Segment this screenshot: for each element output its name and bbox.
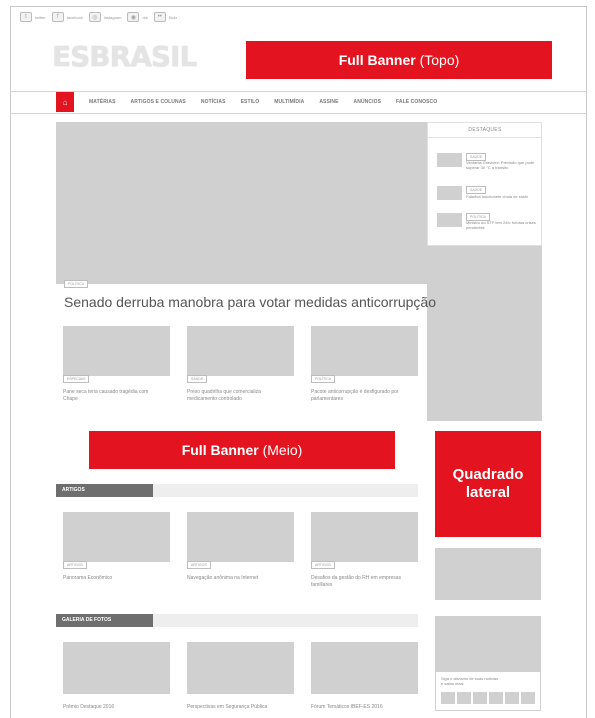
card-tag: ESPECIAIS (63, 375, 90, 383)
sidebar-item-text[interactable]: Ministro do STF tem 24h: futuras crises … (466, 220, 538, 230)
widget-thumb[interactable] (441, 692, 455, 704)
sidebar-ad-box[interactable] (435, 548, 541, 600)
card-caption[interactable]: Navegação anônima na Internet (187, 575, 295, 582)
facebook-icon: f (51, 12, 64, 22)
social-label: facebook (66, 14, 83, 20)
nav-divider-bottom (10, 113, 587, 114)
card-tag: POLÍTICA (311, 375, 335, 383)
twitter-icon: t (20, 12, 32, 22)
full-banner-middle[interactable]: Full Banner (Meio) (89, 431, 395, 469)
card-tag: ARTIGOS (311, 561, 335, 569)
banner-top-light: (Topo) (415, 52, 460, 68)
social-link-flickr[interactable]: •• flickr (153, 12, 178, 22)
card-image[interactable] (63, 642, 170, 694)
square-banner-line1: Quadrado (452, 466, 524, 483)
banner-middle-bold: Full Banner (181, 442, 259, 458)
flickr-icon: •• (153, 12, 166, 22)
nav-item-assine[interactable]: ASSINE (319, 99, 338, 105)
social-link-instagram[interactable]: ◎ instagram (88, 12, 122, 22)
card-tag: ARTIGOS (63, 561, 87, 569)
section-artigos-title: ARTIGOS (56, 484, 153, 497)
square-banner-line2: lateral (465, 484, 511, 501)
widget-thumb[interactable] (521, 692, 535, 704)
sidebar-title: DESTAQUES (428, 122, 542, 138)
card-tag: ARTIGOS (187, 561, 211, 569)
hero-tag: POLÍTICA (64, 280, 88, 288)
sidebar-tag: SAÚDE (466, 186, 487, 194)
social-links: t twitter f facebook ◎ instagram ◉ rss •… (20, 12, 177, 22)
nav-item-noticias[interactable]: NOTÍCIAS (201, 99, 226, 105)
hero-image[interactable] (56, 122, 427, 284)
nav-item-artigos[interactable]: ARTIGOS E COLUNAS (131, 99, 186, 105)
nav-item-materias[interactable]: MATÉRIAS (89, 99, 116, 105)
card-caption[interactable]: Pane seca teria causado tragédia com Cha… (63, 389, 163, 403)
nav-item-multimidia[interactable]: MULTIMÍDIA (274, 99, 304, 105)
card-image[interactable] (63, 512, 170, 562)
social-label: twitter (35, 14, 46, 20)
card-caption[interactable]: Pacote anticorrupção é desfigurado por p… (311, 389, 416, 403)
nav-item-anuncios[interactable]: ANÚNCIOS (354, 99, 381, 105)
social-link-twitter[interactable]: t twitter (20, 12, 46, 22)
sidebar-item-text[interactable]: Falsifica lanchonete chula de sushi (466, 194, 536, 199)
social-link-rss[interactable]: ◉ rss (127, 12, 148, 22)
card-image[interactable] (63, 326, 170, 376)
card-tag: SAÚDE (187, 375, 208, 383)
sidebar-thumb[interactable] (437, 213, 462, 227)
section-galeria-title: GALERIA DE FOTOS (56, 614, 153, 627)
banner-middle-light: (Meio) (258, 442, 303, 458)
site-logo[interactable]: ESBRASIL (52, 40, 197, 73)
card-caption[interactable]: Prêmio Destaque 2016 (63, 704, 168, 711)
instagram-icon: ◎ (88, 12, 101, 22)
widget-thumb[interactable] (473, 692, 487, 704)
sidebar-item-text[interactable]: Ventania Gravidez: Previsão que pode sup… (466, 160, 536, 170)
widget-thumb[interactable] (505, 692, 519, 704)
card-caption[interactable]: Preso quadrilha que comercializa medicam… (187, 389, 292, 403)
nav-item-estilo[interactable]: ESTILO (241, 99, 260, 105)
sidebar-thumb[interactable] (437, 186, 462, 200)
widget-thumb[interactable] (457, 692, 471, 704)
social-label: instagram (103, 14, 122, 20)
sidebar-widget-text: Siga o ativismo de suas notícias e saiba… (441, 676, 499, 686)
sidebar-widget-thumbs (441, 692, 535, 704)
square-banner-lateral[interactable]: Quadrado lateral (435, 431, 541, 537)
home-icon[interactable]: ⌂ (56, 92, 74, 112)
card-caption[interactable]: Desafios da gestão do RH em empresas fam… (311, 575, 416, 589)
card-image[interactable] (311, 512, 418, 562)
banner-top-bold: Full Banner (338, 52, 416, 68)
hero-title[interactable]: Senado derruba manobra para votar medida… (64, 294, 436, 310)
card-image[interactable] (187, 512, 294, 562)
card-caption[interactable]: Fórum Temáticos IBEF-ES 2016 (311, 704, 416, 711)
social-label: rss (142, 14, 148, 20)
card-image[interactable] (187, 326, 294, 376)
card-image[interactable] (311, 326, 418, 376)
card-caption[interactable]: Panorama Econômico (63, 575, 168, 582)
full-banner-top[interactable]: Full Banner (Topo) (246, 41, 552, 79)
card-image[interactable] (311, 642, 418, 694)
widget-thumb[interactable] (489, 692, 503, 704)
rss-icon: ◉ (127, 12, 140, 22)
social-label: flickr (168, 14, 178, 20)
social-link-facebook[interactable]: f facebook (51, 12, 83, 22)
nav-item-fale-conosco[interactable]: FALE CONOSCO (396, 99, 437, 105)
card-image[interactable] (187, 642, 294, 694)
main-nav: ⌂ MATÉRIAS ARTIGOS E COLUNAS NOTÍCIAS ES… (56, 92, 437, 112)
card-caption[interactable]: Perspectivas em Segurança Pública (187, 704, 292, 711)
sidebar-thumb[interactable] (437, 153, 462, 167)
